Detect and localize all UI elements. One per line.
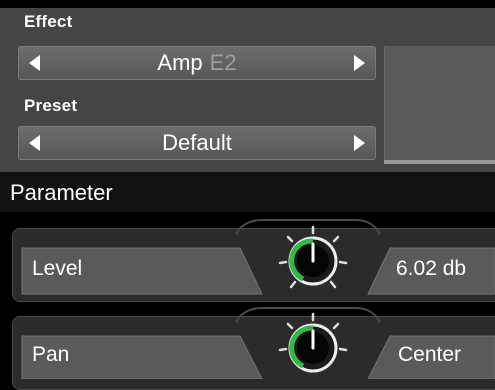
level-knob[interactable] <box>278 225 348 295</box>
level-value: 6.02 db <box>396 257 467 280</box>
effect-label: Effect <box>24 12 73 31</box>
pan-label: Pan <box>32 343 70 366</box>
effect-prev-button[interactable] <box>19 47 51 79</box>
pan-knob[interactable] <box>278 312 348 379</box>
preset-prev-button[interactable] <box>19 127 51 159</box>
triangle-right-icon <box>354 55 365 71</box>
preset-selector: Default <box>18 126 376 160</box>
triangle-right-icon <box>354 135 365 151</box>
triangle-left-icon <box>29 135 40 151</box>
preset-next-button[interactable] <box>343 127 375 159</box>
effect-next-button[interactable] <box>343 47 375 79</box>
effect-value: Amp E2 <box>59 47 335 79</box>
preview-bar <box>384 160 495 164</box>
preset-label: Preset <box>24 96 78 115</box>
effect-version: E2 <box>209 50 237 75</box>
effect-name: Amp <box>157 50 203 75</box>
effect-preview-area <box>384 46 495 164</box>
triangle-left-icon <box>29 55 40 71</box>
knob-icon <box>278 225 348 289</box>
effect-selector: Amp E2 <box>18 46 376 80</box>
parameter-title: Parameter <box>10 180 113 205</box>
preset-value: Default <box>59 127 335 159</box>
knob-icon <box>278 312 348 373</box>
preset-name: Default <box>162 130 232 155</box>
level-label: Level <box>32 257 83 280</box>
pan-value: Center <box>398 343 462 366</box>
